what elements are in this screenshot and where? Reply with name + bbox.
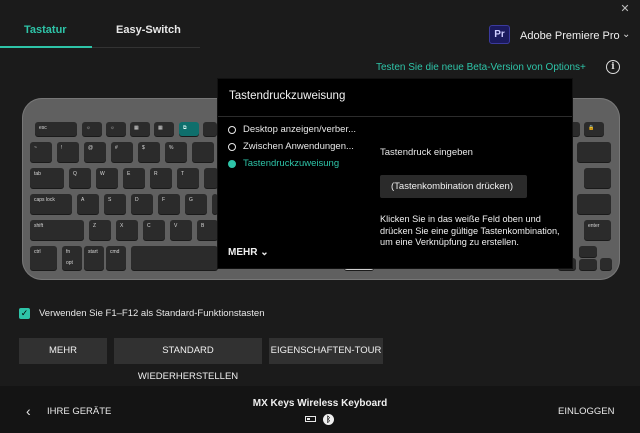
key-e[interactable]: E <box>123 168 145 188</box>
fkey-label: Verwenden Sie F1–F12 als Standard-Funkti… <box>39 308 265 319</box>
key-return-top[interactable] <box>577 194 611 214</box>
radio-icon[interactable] <box>228 125 236 134</box>
checkbox-checked-icon[interactable]: ✓ <box>19 308 30 319</box>
key-v[interactable]: V <box>170 220 192 240</box>
battery-icon <box>305 416 316 422</box>
key-esc[interactable]: esc <box>35 122 77 136</box>
popup-title: Tastendruckzuweisung <box>229 90 346 102</box>
keystroke-help-text: Klicken Sie in das weiße Feld oben und d… <box>380 214 560 248</box>
key-app-switch[interactable]: ▦ <box>154 122 174 136</box>
key-3[interactable]: # <box>111 142 133 162</box>
key-q[interactable]: Q <box>69 168 91 188</box>
key-opt-label: opt <box>66 260 73 266</box>
footer: ‹ IHRE GERÄTE MX Keys Wireless Keyboard … <box>0 386 640 433</box>
key-backspace[interactable] <box>577 142 611 162</box>
option-show-desktop[interactable]: Desktop anzeigen/verber... <box>228 124 356 135</box>
key-2[interactable]: @ <box>84 142 106 162</box>
beta-version-link[interactable]: Testen Sie die neue Beta-Version von Opt… <box>376 62 586 73</box>
key-cmd[interactable]: cmd <box>106 246 126 270</box>
fkey-option[interactable]: ✓ Verwenden Sie F1–F12 als Standard-Funk… <box>19 308 265 319</box>
key-shift-left[interactable]: shift <box>30 220 84 240</box>
key-6[interactable] <box>192 142 214 162</box>
option-keystroke-assignment[interactable]: Tastendruckzuweisung <box>228 158 339 169</box>
info-icon[interactable]: i <box>606 60 620 74</box>
key-arrow-right[interactable] <box>600 258 612 270</box>
chevron-down-icon: ⌄ <box>260 247 269 258</box>
close-icon[interactable]: ✕ <box>618 2 632 16</box>
key-task-view[interactable]: ▦ <box>130 122 150 136</box>
active-tab-indicator <box>0 46 92 48</box>
login-button[interactable]: EINLOGGEN <box>558 406 615 417</box>
radio-selected-icon[interactable] <box>228 159 236 168</box>
key-1[interactable]: ! <box>57 142 79 162</box>
key-ctrl[interactable]: ctrl <box>30 246 57 270</box>
key-s[interactable]: S <box>104 194 126 214</box>
features-tour-button[interactable]: EIGENSCHAFTEN-TOUR <box>269 338 383 364</box>
key-space[interactable] <box>131 246 218 270</box>
option-label: Desktop anzeigen/verber... <box>243 124 357 135</box>
key-f[interactable]: F <box>158 194 180 214</box>
key-backslash[interactable] <box>584 168 611 188</box>
key-caps-lock[interactable]: caps lock <box>30 194 72 214</box>
key-r[interactable]: R <box>150 168 172 188</box>
key-tab[interactable]: tab <box>30 168 64 188</box>
option-switch-apps[interactable]: Zwischen Anwendungen... <box>228 141 354 152</box>
key-g[interactable]: G <box>185 194 207 214</box>
keystroke-field-label: Tastendruck eingeben <box>380 147 473 158</box>
keystroke-assignment-popup: Tastendruckzuweisung Desktop anzeigen/ve… <box>217 78 573 269</box>
key-brightness-down[interactable]: ☼ <box>82 122 102 136</box>
key-start[interactable]: start <box>84 246 104 270</box>
option-label: Zwischen Anwendungen... <box>243 141 354 152</box>
key-t[interactable]: T <box>177 168 199 188</box>
key-z[interactable]: Z <box>89 220 111 240</box>
key-y[interactable] <box>204 168 218 188</box>
key-x[interactable]: X <box>116 220 138 240</box>
popup-more-button[interactable]: MEHR ⌄ <box>228 247 269 258</box>
key-tilde[interactable]: ~ <box>30 142 52 162</box>
device-name: MX Keys Wireless Keyboard <box>252 398 388 409</box>
key-show-desktop[interactable]: ⧉ <box>179 122 199 136</box>
tab-easy-switch[interactable]: Easy-Switch <box>116 24 181 36</box>
bluetooth-icon: ᛒ <box>323 414 334 425</box>
key-a[interactable]: A <box>77 194 99 214</box>
key-4[interactable]: $ <box>138 142 160 162</box>
more-button[interactable]: MEHR <box>19 338 107 364</box>
restore-defaults-button[interactable]: STANDARD WIEDERHERSTELLEN <box>114 338 262 382</box>
key-5[interactable]: % <box>165 142 187 162</box>
option-label: Tastendruckzuweisung <box>243 158 340 169</box>
key-f6[interactable] <box>203 122 217 136</box>
key-arrow-up[interactable] <box>579 246 597 257</box>
key-w[interactable]: W <box>96 168 118 188</box>
premiere-pro-logo[interactable]: Pr <box>489 25 510 44</box>
app-selector-name[interactable]: Adobe Premiere Pro <box>520 30 620 42</box>
keystroke-input[interactable]: (Tastenkombination drücken) <box>380 175 527 198</box>
key-c[interactable]: C <box>143 220 165 240</box>
key-d[interactable]: D <box>131 194 153 214</box>
key-arrow-down[interactable] <box>579 259 597 270</box>
chevron-down-icon[interactable]: ⌄ <box>622 29 630 40</box>
popup-divider <box>218 116 572 117</box>
radio-icon[interactable] <box>228 142 236 151</box>
more-label: MEHR <box>228 247 258 258</box>
key-b[interactable]: B <box>197 220 218 240</box>
key-enter[interactable]: enter <box>584 220 611 240</box>
key-lock[interactable]: 🔒 <box>584 122 604 136</box>
tab-tastatur[interactable]: Tastatur <box>24 24 67 36</box>
key-brightness-up[interactable]: ☼ <box>106 122 126 136</box>
